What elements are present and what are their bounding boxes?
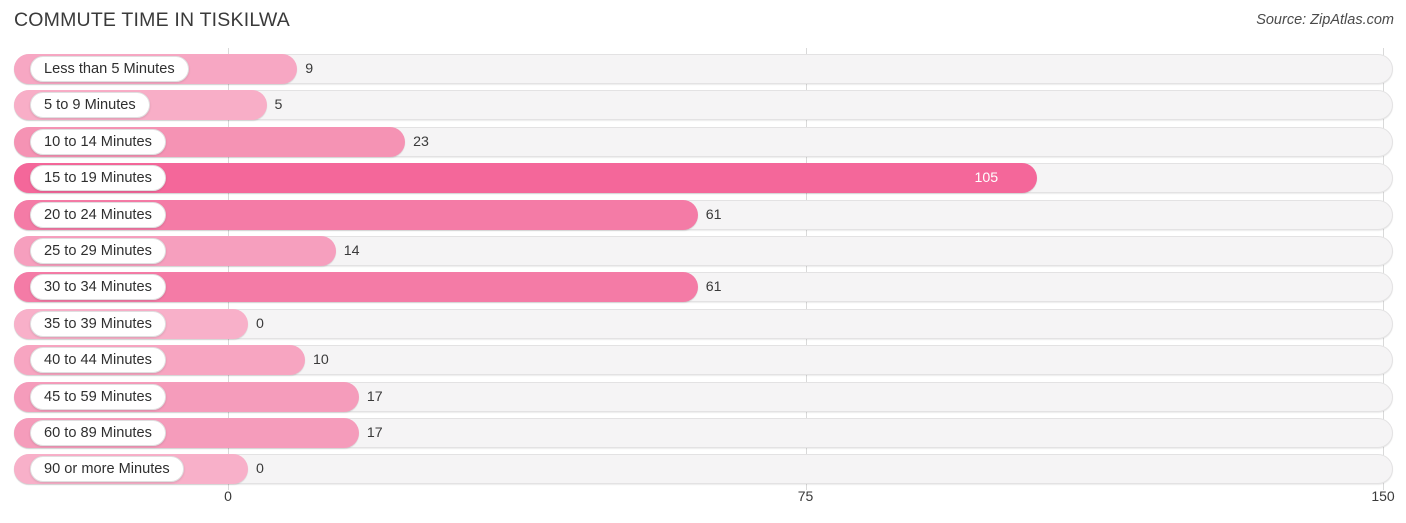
bar-category-label: 90 or more Minutes: [30, 456, 184, 483]
bar-row[interactable]: 40 to 44 Minutes 10: [14, 345, 1393, 376]
bar-category-label-text: 35 to 39 Minutes: [44, 315, 152, 332]
bar-value-label: 0: [256, 315, 264, 332]
x-axis-tick-150: 150: [1371, 488, 1395, 504]
bar-row[interactable]: 90 or more Minutes 0: [14, 454, 1393, 485]
bar-category-label: Less than 5 Minutes: [30, 56, 189, 82]
bar-category-label-text: 30 to 34 Minutes: [44, 279, 152, 296]
bar-row[interactable]: 20 to 24 Minutes 61: [14, 199, 1393, 230]
bar-value-label: 0: [256, 461, 264, 478]
bar-category-label-text: 60 to 89 Minutes: [44, 425, 152, 441]
bar-category-label-text: 15 to 19 Minutes: [44, 170, 152, 187]
bar-category-label-text: 25 to 29 Minutes: [44, 243, 152, 259]
bar-category-label-text: 10 to 14 Minutes: [44, 133, 152, 150]
bar-value-label: 10: [313, 352, 329, 369]
bar-category-label-text: 45 to 59 Minutes: [44, 388, 152, 405]
bar-row[interactable]: 60 to 89 Minutes 17: [14, 418, 1393, 448]
bar-category-label-text: 40 to 44 Minutes: [44, 352, 152, 369]
bar-value-label: 5: [274, 97, 283, 114]
bar-value-label: 14: [343, 243, 360, 259]
bar-category-label: 60 to 89 Minutes: [30, 420, 166, 446]
bar-category-label: 15 to 19 Minutes: [30, 165, 166, 192]
bar-category-label-text: 90 or more Minutes: [44, 461, 170, 478]
bar-category-label: 40 to 44 Minutes: [30, 347, 166, 374]
x-axis-tick-75: 75: [797, 488, 814, 504]
bar-value-label: 9: [305, 61, 314, 77]
x-axis: 0 75 150: [0, 488, 1406, 523]
bar-row[interactable]: 10 to 14 Minutes 23: [14, 126, 1393, 157]
bar-category-label: 10 to 14 Minutes: [30, 128, 166, 155]
bar-value-label: 105: [974, 170, 999, 187]
bar-category-label: 25 to 29 Minutes: [30, 238, 166, 264]
bar-value-label: 17: [366, 425, 383, 441]
bar-category-label-text: 5 to 9 Minutes: [44, 97, 136, 114]
bar-category-label: 20 to 24 Minutes: [30, 201, 166, 228]
bar-category-label: 30 to 34 Minutes: [30, 274, 166, 301]
bar-value-label: 23: [413, 133, 429, 150]
bar-category-label: 5 to 9 Minutes: [30, 92, 150, 119]
bar-value-label: 17: [366, 388, 383, 405]
bar-category-label-text: 20 to 24 Minutes: [44, 206, 152, 223]
bar-row[interactable]: 15 to 19 Minutes 105: [14, 163, 1393, 194]
bar-category-label-text: Less than 5 Minutes: [44, 61, 175, 77]
bar-value-label: 61: [705, 279, 722, 296]
page-title: COMMUTE TIME IN TISKILWA: [14, 9, 291, 31]
bar-row[interactable]: 25 to 29 Minutes 14: [14, 236, 1393, 266]
bar-row[interactable]: 30 to 34 Minutes 61: [14, 272, 1393, 303]
bar-row[interactable]: 5 to 9 Minutes 5: [14, 90, 1393, 121]
source-attribution: Source: ZipAtlas.com: [1256, 12, 1394, 28]
bar-row[interactable]: Less than 5 Minutes 9: [14, 54, 1393, 84]
bar-value-label: 61: [705, 206, 722, 223]
bar-category-label: 35 to 39 Minutes: [30, 310, 166, 337]
bar-fill[interactable]: [14, 163, 1037, 194]
bar-category-label: 45 to 59 Minutes: [30, 383, 166, 410]
plot-area: Less than 5 Minutes 9 5 to 9 Minutes 5 10 to…: [0, 48, 1406, 490]
bar-row[interactable]: 45 to 59 Minutes 17: [14, 381, 1393, 412]
chart-container: COMMUTE TIME IN TISKILWA Source: ZipAtla…: [0, 0, 1406, 523]
bar-row[interactable]: 35 to 39 Minutes 0: [14, 308, 1393, 339]
x-axis-tick-0: 0: [224, 488, 232, 504]
